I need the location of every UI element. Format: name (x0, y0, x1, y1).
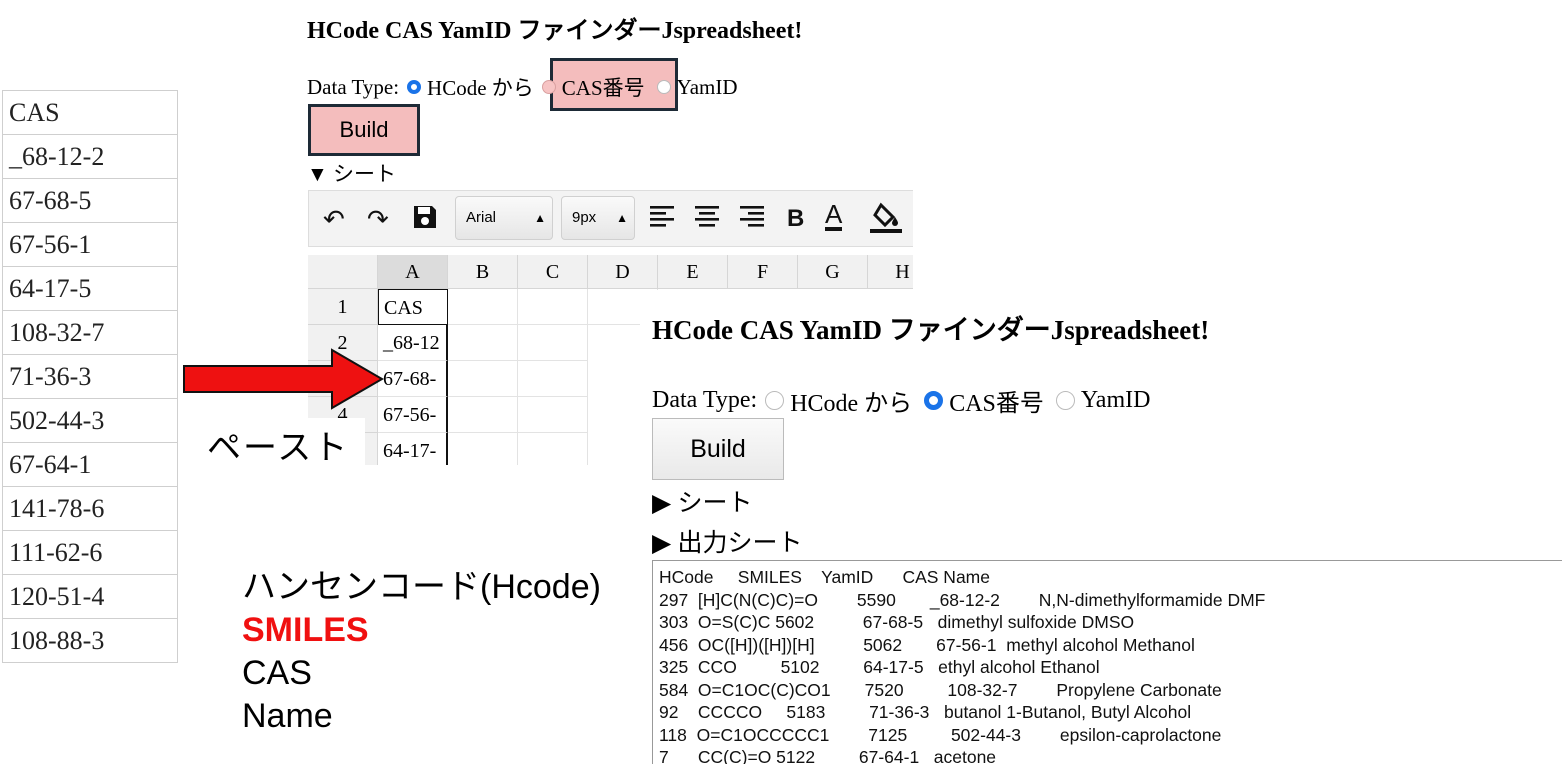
cas-list-item[interactable]: 108-88-3 (3, 619, 177, 663)
cas-list-item[interactable]: 120-51-4 (3, 575, 177, 619)
output-line: 297 [H]C(N(C)C)=O 5590 _68-12-2 N,N-dime… (659, 589, 1266, 610)
grid-cell[interactable] (518, 325, 588, 361)
legend-hcode: ハンセンコード(Hcode) (242, 568, 601, 606)
output-line: 456 OC([H])([H])[H] 5062 67-56-1 methyl … (659, 634, 1195, 655)
text-color-button[interactable]: A (825, 201, 843, 231)
radio-hcode-label: HCode から (790, 391, 913, 417)
build-button[interactable]: Build (308, 104, 420, 156)
cas-list-header: CAS (3, 91, 177, 135)
output-textarea[interactable]: HCode SMILES YamID CAS Name 297 [H]C(N(C… (652, 560, 1562, 764)
data-type-label: Data Type: (652, 387, 758, 413)
output-line: 118 O=C1OCCCCC1 7125 502-44-3 epsilon-ca… (659, 724, 1222, 745)
radio-yamid[interactable] (656, 80, 671, 94)
cas-list-item[interactable]: 67-56-1 (3, 223, 177, 267)
cas-list-item[interactable]: 67-68-5 (3, 179, 177, 223)
radio-cas[interactable] (924, 391, 944, 410)
grid-cell[interactable] (448, 289, 518, 325)
grid-cell[interactable] (518, 361, 588, 397)
save-icon[interactable] (411, 203, 439, 238)
output-line: 303 O=S(C)C 5602 67-68-5 dimethyl sulfox… (659, 612, 1135, 632)
bold-button[interactable]: B (787, 205, 804, 233)
radio-hcode[interactable] (407, 80, 422, 94)
cell-a1[interactable]: CAS (378, 289, 448, 325)
result-build-button[interactable]: Build (652, 418, 784, 480)
column-header[interactable]: A (378, 255, 448, 289)
row-header[interactable]: 1 (308, 289, 378, 325)
grid-cell[interactable] (518, 289, 588, 325)
select-arrow-icon: ▲ (616, 211, 628, 225)
legend-name: Name (242, 697, 333, 735)
radio-cas-label: CAS番号 (561, 76, 645, 100)
result-sheet-toggle[interactable]: ▶ シート (652, 483, 752, 519)
grid-cell[interactable] (518, 433, 588, 465)
output-line: 7 CC(C)=O 5122 67-64-1 acetone (659, 747, 997, 764)
grid-cell[interactable] (448, 325, 518, 361)
radio-hcode[interactable] (765, 391, 785, 410)
align-left-icon[interactable] (649, 203, 675, 236)
column-header[interactable]: D (588, 255, 658, 289)
font-size-select[interactable]: 9px ▲ (561, 196, 635, 240)
grid-cell[interactable] (448, 361, 518, 397)
output-line: 325 CCO 5102 64-17-5 ethyl alcohol Ethan… (659, 657, 1100, 677)
column-header[interactable]: H (868, 255, 913, 289)
radio-hcode-label: HCode から (427, 76, 534, 100)
cell-a3[interactable]: 67-68- (378, 361, 448, 397)
cell-a2[interactable]: _68-12 (378, 325, 448, 361)
output-line: 92 CCCCO 5183 71-36-3 butanol 1-Butanol,… (659, 702, 1192, 722)
radio-yamid[interactable] (1055, 391, 1075, 410)
output-sheet-toggle[interactable]: ▶ 出力シート (652, 523, 802, 559)
data-type-label: Data Type: (307, 74, 400, 99)
spreadsheet-toolbar: ↶ ↷ Arial ▲ 9px ▲ B A (308, 190, 913, 247)
font-family-value: Arial (466, 209, 497, 226)
align-right-icon[interactable] (739, 203, 765, 236)
cas-list-item[interactable]: 64-17-5 (3, 267, 177, 311)
cas-list-item[interactable]: 71-36-3 (3, 355, 177, 399)
output-line: 584 O=C1OC(C)CO1 7520 108-32-7 Propylene… (659, 679, 1222, 700)
legend-smiles: SMILES (242, 611, 369, 649)
font-family-select[interactable]: Arial ▲ (455, 196, 553, 240)
legend-cas: CAS (242, 654, 312, 692)
column-header[interactable]: F (728, 255, 798, 289)
cas-source-list: CAS _68-12-2 67-68-5 67-56-1 64-17-5 108… (2, 90, 178, 663)
column-header[interactable]: B (448, 255, 518, 289)
sheet-toggle[interactable]: ▼ シート (307, 158, 396, 188)
radio-cas-label: CAS番号 (949, 391, 1044, 417)
grid-cell[interactable] (448, 397, 518, 433)
cell-a5[interactable]: 64-17- (378, 433, 448, 465)
output-line-header: HCode SMILES YamID CAS Name (659, 567, 990, 587)
cas-list-item[interactable]: 108-32-7 (3, 311, 177, 355)
page-title: HCode CAS YamID ファインダーJspreadsheet! (307, 18, 803, 44)
redo-icon[interactable]: ↷ (367, 205, 389, 235)
grid-cell[interactable] (518, 397, 588, 433)
select-arrow-icon: ▲ (534, 211, 546, 225)
radio-yamid-label: YamID (1080, 387, 1151, 413)
field-legend: ハンセンコード(Hcode) SMILES CAS Name (242, 566, 601, 738)
cas-list-item[interactable]: 111-62-6 (3, 531, 177, 575)
undo-icon[interactable]: ↶ (323, 205, 345, 235)
paste-label: ペースト (207, 429, 350, 467)
paste-arrow-icon (183, 348, 384, 410)
column-header[interactable]: E (658, 255, 728, 289)
fill-color-icon[interactable] (869, 201, 903, 242)
column-header[interactable]: G (798, 255, 868, 289)
result-data-type-group: Data Type: HCode から CAS番号 YamID (652, 383, 1150, 418)
cell-a4[interactable]: 67-56- (378, 397, 448, 433)
radio-cas[interactable] (541, 80, 556, 94)
cas-list-item[interactable]: 67-64-1 (3, 443, 177, 487)
grid-cell[interactable] (448, 433, 518, 465)
corner-cell[interactable] (308, 255, 378, 289)
cas-list-item[interactable]: 502-44-3 (3, 399, 177, 443)
radio-yamid-label: YamID (676, 74, 738, 99)
align-center-icon[interactable] (694, 203, 720, 236)
result-page-title: HCode CAS YamID ファインダーJspreadsheet! (652, 315, 1210, 345)
cas-list-item[interactable]: _68-12-2 (3, 135, 177, 179)
font-size-value: 9px (572, 209, 597, 226)
cas-list-item[interactable]: 141-78-6 (3, 487, 177, 531)
data-type-group: Data Type: HCode から CAS番号 YamID (307, 72, 738, 102)
column-header[interactable]: C (518, 255, 588, 289)
